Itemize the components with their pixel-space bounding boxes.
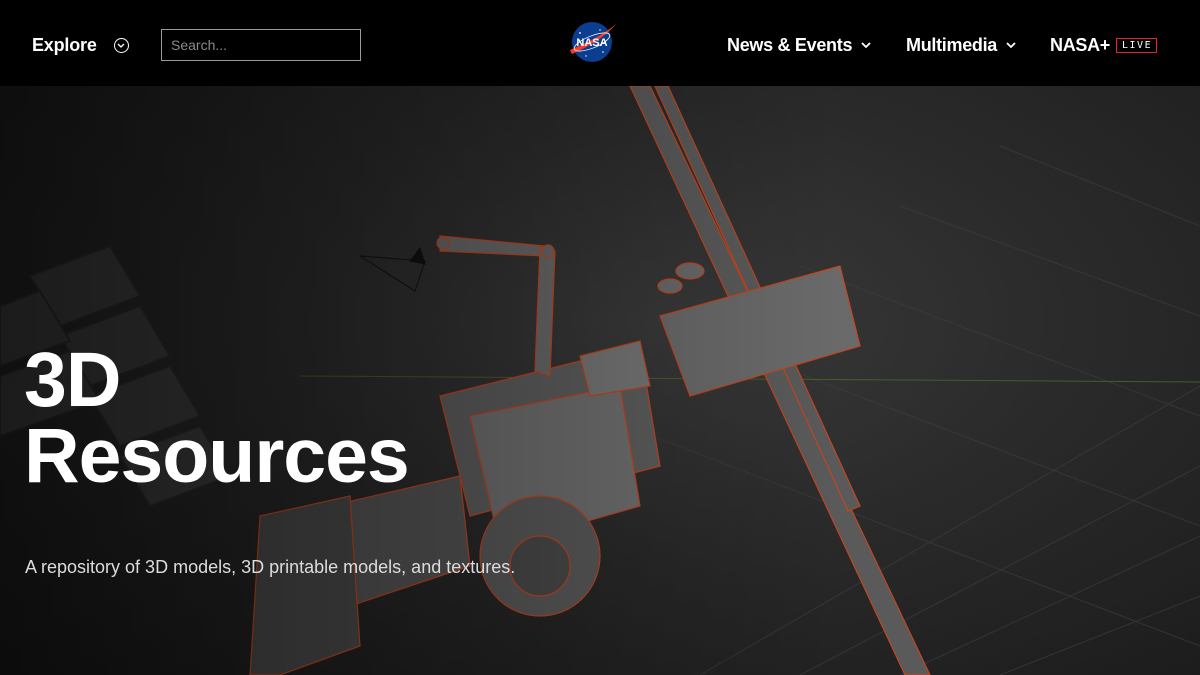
- svg-text:NASA: NASA: [576, 37, 607, 49]
- hero-section: 3D Resources A repository of 3D models, …: [0, 86, 1200, 675]
- chevron-down-icon: [861, 41, 871, 48]
- site-header: Explore NASA News & Events Multimedia NA…: [0, 0, 1200, 86]
- nav-nasa-plus[interactable]: NASA+ LIVE: [1050, 33, 1158, 57]
- nasa-logo[interactable]: NASA: [566, 18, 618, 64]
- nav-news-events[interactable]: News & Events: [727, 33, 871, 57]
- page-subtitle: A repository of 3D models, 3D printable …: [25, 557, 516, 577]
- nav-nasa-plus-label: NASA+: [1050, 34, 1111, 55]
- page-title: 3D Resources: [24, 342, 584, 495]
- page-title-line-2: Resources: [24, 413, 410, 499]
- page-title-line-1: 3D: [24, 337, 121, 423]
- search-input[interactable]: [161, 29, 361, 61]
- explore-label: Explore: [32, 34, 97, 55]
- nav-multimedia[interactable]: Multimedia: [906, 33, 1016, 57]
- nav-multimedia-label: Multimedia: [906, 34, 998, 55]
- live-badge: LIVE: [1116, 37, 1158, 53]
- chevron-down-icon: [1006, 41, 1016, 48]
- chevron-circle-icon: [113, 37, 129, 53]
- explore-menu-button[interactable]: Explore: [32, 33, 129, 57]
- nav-news-events-label: News & Events: [727, 34, 853, 55]
